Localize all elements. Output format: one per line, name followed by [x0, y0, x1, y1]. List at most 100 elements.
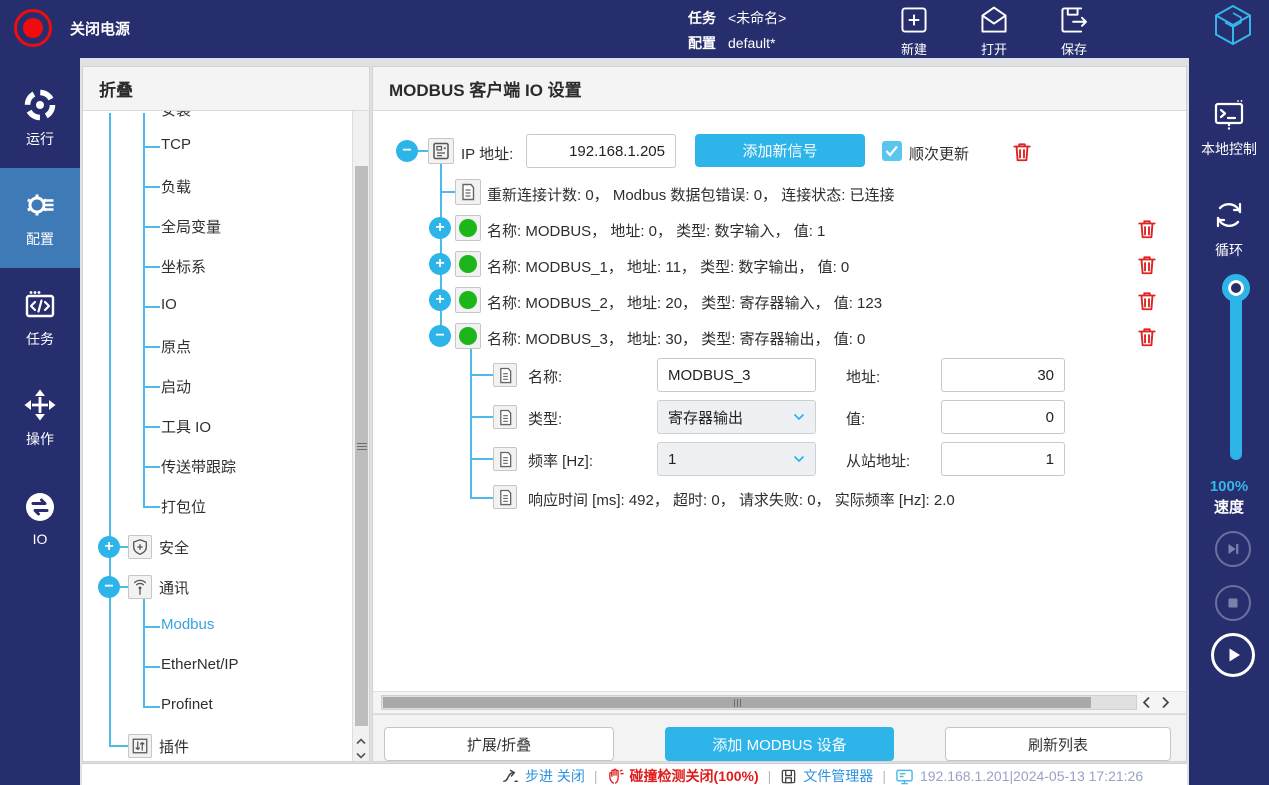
tree-tick: [143, 666, 160, 668]
task-value: <未命名>: [728, 7, 786, 29]
signal-status-dot: [455, 287, 481, 313]
loop-button[interactable]: 循环: [1189, 178, 1269, 278]
step-next-button[interactable]: [1215, 531, 1251, 567]
sidebar-item-operate[interactable]: 操作: [0, 368, 80, 468]
tree-item-safety[interactable]: 安全: [159, 537, 189, 558]
move-arrows-icon: [23, 388, 57, 422]
speed-slider-thumb[interactable]: [1222, 274, 1250, 302]
h-scrollbar-track[interactable]: [381, 695, 1137, 710]
speed-slider-track[interactable]: [1230, 288, 1242, 460]
expand-icon[interactable]: +: [429, 253, 451, 275]
step-mode-button[interactable]: 步进 关闭: [502, 766, 585, 785]
collapse-header-button[interactable]: 折叠: [83, 67, 369, 111]
separator: |: [768, 768, 772, 784]
sequential-update-checkbox[interactable]: [882, 141, 902, 161]
tree-scrollbar-thumb[interactable]: [355, 166, 368, 726]
task-code-icon: [23, 288, 57, 322]
value-input[interactable]: [941, 400, 1065, 434]
tree-branch-line: [143, 113, 145, 507]
check-icon: [885, 145, 899, 157]
tree-tick: [143, 626, 160, 628]
file-manager-button[interactable]: 文件管理器: [780, 766, 873, 785]
scroll-left-button[interactable]: [1142, 696, 1151, 714]
expand-collapse-button[interactable]: 扩展/折叠: [384, 727, 614, 761]
tree-tick: [470, 497, 493, 499]
address-input[interactable]: [941, 358, 1065, 392]
type-select[interactable]: 寄存器输出: [657, 400, 816, 434]
sidebar-item-io[interactable]: IO: [0, 468, 80, 568]
collapse-icon[interactable]: −: [98, 576, 120, 598]
slave-address-input[interactable]: [941, 442, 1065, 476]
expand-icon[interactable]: +: [429, 217, 451, 239]
tree-item-payload[interactable]: 负载: [161, 176, 191, 197]
tree-item-plugin[interactable]: 插件: [159, 736, 189, 757]
tree-item-startup[interactable]: 启动: [161, 376, 191, 397]
tree-item-home[interactable]: 原点: [161, 336, 191, 357]
collapse-icon[interactable]: −: [429, 325, 451, 347]
frequency-select[interactable]: 1: [657, 442, 816, 476]
h-scrollbar-thumb[interactable]: [383, 697, 1091, 708]
tree-item-tool-io[interactable]: 工具 IO: [161, 416, 211, 437]
tree-tick: [418, 150, 428, 152]
floppy-icon: [780, 768, 797, 785]
tree-item-communication[interactable]: 通讯: [159, 577, 189, 598]
ip-address-input[interactable]: [526, 134, 676, 168]
scroll-up-button[interactable]: [355, 732, 368, 746]
scroll-right-button[interactable]: [1161, 696, 1170, 714]
new-button[interactable]: 新建: [886, 4, 942, 58]
delete-device-button[interactable]: [1011, 141, 1033, 163]
tree-item-coord-system[interactable]: 坐标系: [161, 256, 206, 277]
tree-scrollbar-track[interactable]: [352, 110, 369, 761]
left-nav: 运行 配置 任务 操作: [0, 58, 80, 785]
tree-tick: [440, 191, 455, 193]
plugin-icon: [128, 734, 152, 758]
tree-item-profinet[interactable]: Profinet: [161, 696, 213, 713]
expand-icon[interactable]: +: [429, 289, 451, 311]
signal-row-text: 名称: MODBUS_3， 地址: 30， 类型: 寄存器输出， 值: 0: [487, 328, 865, 349]
sidebar-item-label: 任务: [26, 329, 54, 349]
collapse-icon[interactable]: −: [396, 140, 418, 162]
separator: |: [594, 768, 598, 784]
sidebar-item-run[interactable]: 运行: [0, 68, 80, 168]
h-scroll-strip: [373, 691, 1186, 714]
stop-button[interactable]: [1215, 585, 1251, 621]
refresh-list-button[interactable]: 刷新列表: [945, 727, 1171, 761]
tree-item-global-vars[interactable]: 全局变量: [161, 216, 221, 237]
sidebar-item-config[interactable]: 配置: [0, 168, 80, 268]
delete-signal-button[interactable]: [1136, 218, 1158, 240]
page-title: MODBUS 客户端 IO 设置: [373, 76, 582, 101]
sequential-update-label: 顺次更新: [909, 143, 969, 164]
tree-item-pack-pos[interactable]: 打包位: [161, 496, 206, 517]
add-signal-button[interactable]: 添加新信号: [695, 134, 865, 167]
save-button-label: 保存: [1061, 39, 1087, 58]
tree-item-tcp[interactable]: TCP: [161, 136, 191, 153]
tree-item-conveyor[interactable]: 传送带跟踪: [161, 456, 236, 477]
scroll-down-button[interactable]: [355, 747, 368, 761]
signal-row-text: 名称: MODBUS_1， 地址: 11， 类型: 数字输出， 值: 0: [487, 256, 849, 277]
tree-tick: [143, 426, 160, 428]
tree-trunk-line: [109, 113, 111, 747]
open-button[interactable]: 打开: [966, 4, 1022, 58]
trash-icon: [1136, 326, 1158, 348]
sidebar-item-task[interactable]: 任务: [0, 268, 80, 368]
collision-detect-button[interactable]: 碰撞检测关闭(100%): [607, 766, 759, 785]
delete-signal-button[interactable]: [1136, 254, 1158, 276]
sidebar-item-label: IO: [33, 531, 48, 547]
speed-label: 速度: [1189, 496, 1269, 517]
add-modbus-device-button[interactable]: 添加 MODBUS 设备: [665, 727, 894, 761]
stop-icon: [1224, 594, 1242, 612]
delete-signal-button[interactable]: [1136, 290, 1158, 312]
tree-tick: [143, 306, 160, 308]
tree-item-io[interactable]: IO: [161, 296, 177, 313]
delete-signal-button[interactable]: [1136, 326, 1158, 348]
name-input[interactable]: [657, 358, 816, 392]
local-control-button[interactable]: 本地控制: [1189, 78, 1269, 178]
tree-tick: [470, 458, 493, 460]
expand-icon[interactable]: +: [98, 536, 120, 558]
save-button[interactable]: 保存: [1046, 4, 1102, 58]
separator: |: [882, 768, 886, 784]
play-button[interactable]: [1211, 633, 1255, 677]
tree-item-modbus[interactable]: Modbus: [161, 616, 214, 633]
power-off-button[interactable]: 关闭电源: [14, 6, 130, 50]
tree-item-ethernet-ip[interactable]: EtherNet/IP: [161, 656, 239, 673]
